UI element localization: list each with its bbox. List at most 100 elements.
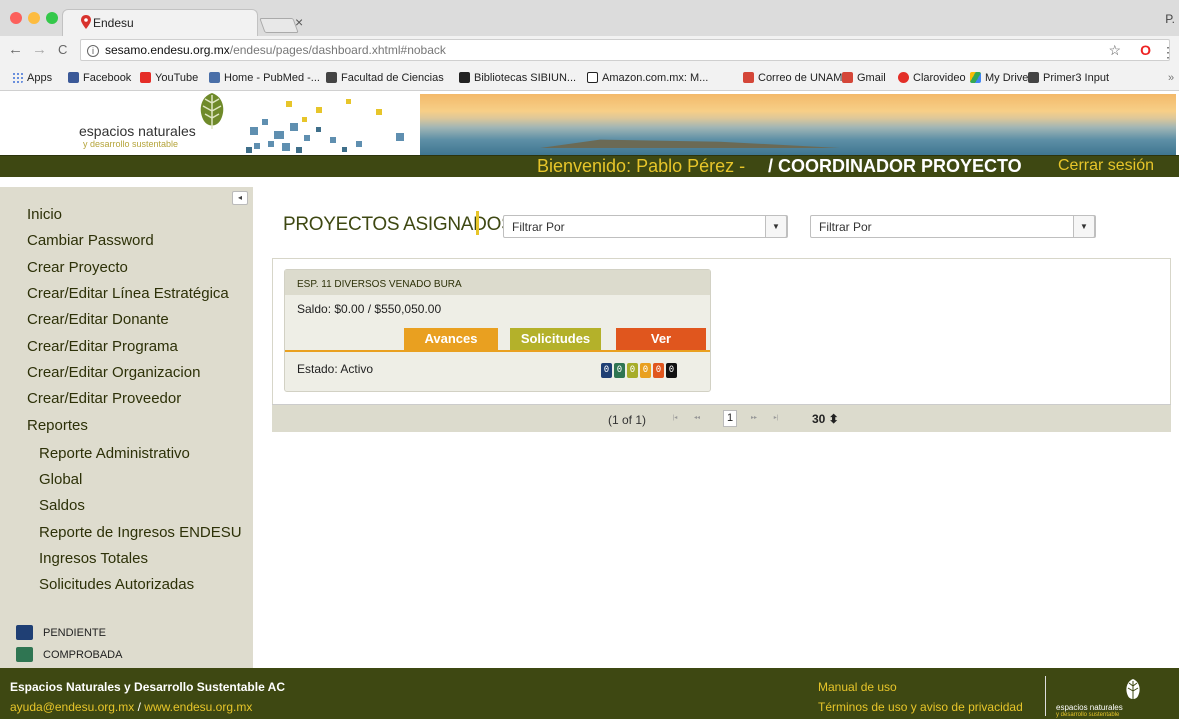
- reload-icon[interactable]: C: [58, 42, 67, 58]
- counter-status-4: 0: [640, 363, 651, 378]
- sidebar-subitem-saldos[interactable]: Saldos: [39, 497, 85, 514]
- last-page-icon[interactable]: ▸|: [768, 411, 784, 426]
- sidebar-item-programa[interactable]: Crear/Editar Programa: [27, 338, 178, 355]
- sidebar-item-proveedor[interactable]: Crear/Editar Proveedor: [27, 390, 181, 407]
- prev-page-icon[interactable]: ◂◂: [689, 411, 705, 426]
- address-bar[interactable]: i sesamo.endesu.org.mx/endesu/pages/dashb…: [80, 39, 1170, 61]
- browser-tab[interactable]: Endesu ×: [62, 9, 303, 36]
- logout-link[interactable]: Cerrar sesión: [1058, 157, 1154, 175]
- filter-select-1[interactable]: Filtrar Por ▼: [503, 215, 788, 238]
- user-role: / COORDINADOR PROYECTO: [768, 156, 1022, 176]
- sidebar-item-cambiar-password[interactable]: Cambiar Password: [27, 232, 154, 249]
- leaf-logo-icon: [1126, 679, 1140, 701]
- sidebar-subitem-solicitudes-autorizadas[interactable]: Solicitudes Autorizadas: [39, 576, 194, 593]
- bookmark-primer3[interactable]: Primer3 Input: [1028, 72, 1109, 84]
- card-divider: [285, 350, 710, 352]
- bookmarks-overflow-icon[interactable]: »: [1168, 72, 1174, 84]
- manual-link[interactable]: Manual de uso: [818, 680, 897, 694]
- bookmark-clarovideo[interactable]: Clarovideo: [898, 72, 966, 84]
- ver-button[interactable]: Ver: [616, 328, 706, 350]
- new-tab-button[interactable]: [259, 18, 299, 33]
- page-number[interactable]: 1: [723, 410, 737, 427]
- bookmark-my-drive[interactable]: My Drive: [970, 72, 1028, 84]
- footer-separator: /: [137, 700, 141, 714]
- clarovideo-icon: [898, 72, 909, 83]
- facebook-icon: [68, 72, 79, 83]
- gmail-icon: [842, 72, 853, 83]
- footer-email-link[interactable]: ayuda@endesu.org.mx: [10, 700, 134, 714]
- apps-grid-icon: [12, 72, 23, 83]
- sidebar-collapse-icon[interactable]: ◂: [232, 191, 248, 205]
- pixel-banner-graphic: [246, 99, 404, 153]
- bookmark-youtube[interactable]: YouTube: [140, 72, 198, 84]
- footer-site-link[interactable]: www.endesu.org.mx: [144, 700, 252, 714]
- leaf-logo-icon[interactable]: [196, 91, 228, 131]
- window-close-button[interactable]: [10, 12, 22, 24]
- logo-subtitle: y desarrollo sustentable: [83, 139, 179, 149]
- primer3-icon: [1028, 72, 1039, 83]
- sidebar-item-reportes[interactable]: Reportes: [27, 417, 88, 434]
- footer-org-name: Espacios Naturales y Desarrollo Sustenta…: [10, 680, 285, 694]
- bookmark-star-icon[interactable]: ☆: [1108, 42, 1121, 59]
- gmail-icon: [743, 72, 754, 83]
- sidebar-item-linea-estrategica[interactable]: Crear/Editar Línea Estratégica: [27, 285, 229, 302]
- footer-divider: [1045, 676, 1046, 716]
- solicitudes-button[interactable]: Solicitudes: [510, 328, 601, 350]
- legend-label-pendiente: PENDIENTE: [43, 627, 106, 639]
- amazon-icon: [587, 72, 598, 83]
- bookmark-gmail[interactable]: Gmail: [842, 72, 886, 84]
- project-status: Estado: Activo: [297, 362, 374, 376]
- bookmark-bibliotecas[interactable]: Bibliotecas SIBIUN...: [459, 72, 576, 84]
- footer-contact: ayuda@endesu.org.mx / www.endesu.org.mx: [10, 700, 252, 714]
- bookmark-amazon[interactable]: Amazon.com.mx: M...: [587, 72, 708, 84]
- footer-logo-subtitle: y desarrollo sustentable: [1056, 712, 1120, 718]
- counter-comprobada: 0: [614, 363, 625, 378]
- sidebar-item-donante[interactable]: Crear/Editar Donante: [27, 311, 169, 328]
- project-card: ESP. 11 DIVERSOS VENADO BURA Saldo: $0.0…: [284, 269, 711, 392]
- paginator: (1 of 1) |◂ ◂◂ 1 ▸▸ ▸| 30 ⬍: [272, 404, 1171, 432]
- bookmark-apps[interactable]: Apps: [12, 72, 52, 84]
- window-minimize-button[interactable]: [28, 12, 40, 24]
- forward-arrow-icon[interactable]: →: [32, 42, 47, 58]
- welcome-user: Bienvenido: Pablo Pérez -: [537, 156, 746, 176]
- rows-per-page-select[interactable]: 30 ⬍: [812, 412, 839, 426]
- first-page-icon[interactable]: |◂: [667, 411, 683, 426]
- chevron-down-icon[interactable]: ▼: [765, 215, 787, 238]
- opera-icon[interactable]: O: [1140, 42, 1151, 58]
- pager-info: (1 of 1): [608, 413, 647, 427]
- bookmark-facultad[interactable]: Facultad de Ciencias: [326, 72, 444, 84]
- sidebar-item-crear-proyecto[interactable]: Crear Proyecto: [27, 259, 128, 276]
- footer-logo-title: espacios naturales: [1056, 703, 1123, 712]
- sidebar-subitem-ingresos-totales[interactable]: Ingresos Totales: [39, 550, 148, 567]
- bookmark-facebook[interactable]: Facebook: [68, 72, 131, 84]
- chevron-down-icon[interactable]: ▼: [1073, 215, 1095, 238]
- profile-button[interactable]: P.: [1165, 12, 1175, 26]
- bookmark-pubmed[interactable]: Home - PubMed -...: [209, 72, 320, 84]
- filter-select-1-value: Filtrar Por: [512, 220, 565, 234]
- sidebar-item-inicio[interactable]: Inicio: [27, 206, 62, 223]
- back-arrow-icon[interactable]: ←: [8, 42, 23, 58]
- counter-status-3: 0: [627, 363, 638, 378]
- legend-label-comprobada: COMPROBADA: [43, 649, 123, 661]
- project-name: ESP. 11 DIVERSOS VENADO BURA: [285, 270, 710, 295]
- next-page-icon[interactable]: ▸▸: [746, 411, 762, 426]
- info-icon[interactable]: i: [87, 44, 99, 57]
- youtube-icon: [140, 72, 151, 83]
- sidebar-item-organizacion[interactable]: Crear/Editar Organizacion: [27, 364, 200, 381]
- sidebar-subitem-global[interactable]: Global: [39, 471, 82, 488]
- window-zoom-button[interactable]: [46, 12, 58, 24]
- filter-select-2[interactable]: Filtrar Por ▼: [810, 215, 1096, 238]
- sidebar-subitem-reporte-administrativo[interactable]: Reporte Administrativo: [39, 445, 190, 462]
- browser-menu-icon[interactable]: ⋮: [1161, 44, 1175, 61]
- title-accent: [476, 211, 479, 235]
- browser-nav-bar: ← → C i sesamo.endesu.org.mx/endesu/pages…: [0, 36, 1179, 65]
- landscape-banner: [420, 94, 1176, 155]
- legend-swatch-comprobada: [16, 647, 33, 662]
- sidebar-subitem-reporte-ingresos[interactable]: Reporte de Ingresos ENDESU: [39, 524, 242, 541]
- terms-link[interactable]: Términos de uso y aviso de privacidad: [818, 700, 1023, 714]
- bookmark-correo-unam[interactable]: Correo de UNAM: [743, 72, 842, 84]
- avances-button[interactable]: Avances: [404, 328, 498, 350]
- counter-status-5: 0: [653, 363, 664, 378]
- bookmarks-bar: Apps Facebook YouTube Home - PubMed -...…: [0, 65, 1179, 91]
- tab-title: Endesu: [93, 16, 134, 30]
